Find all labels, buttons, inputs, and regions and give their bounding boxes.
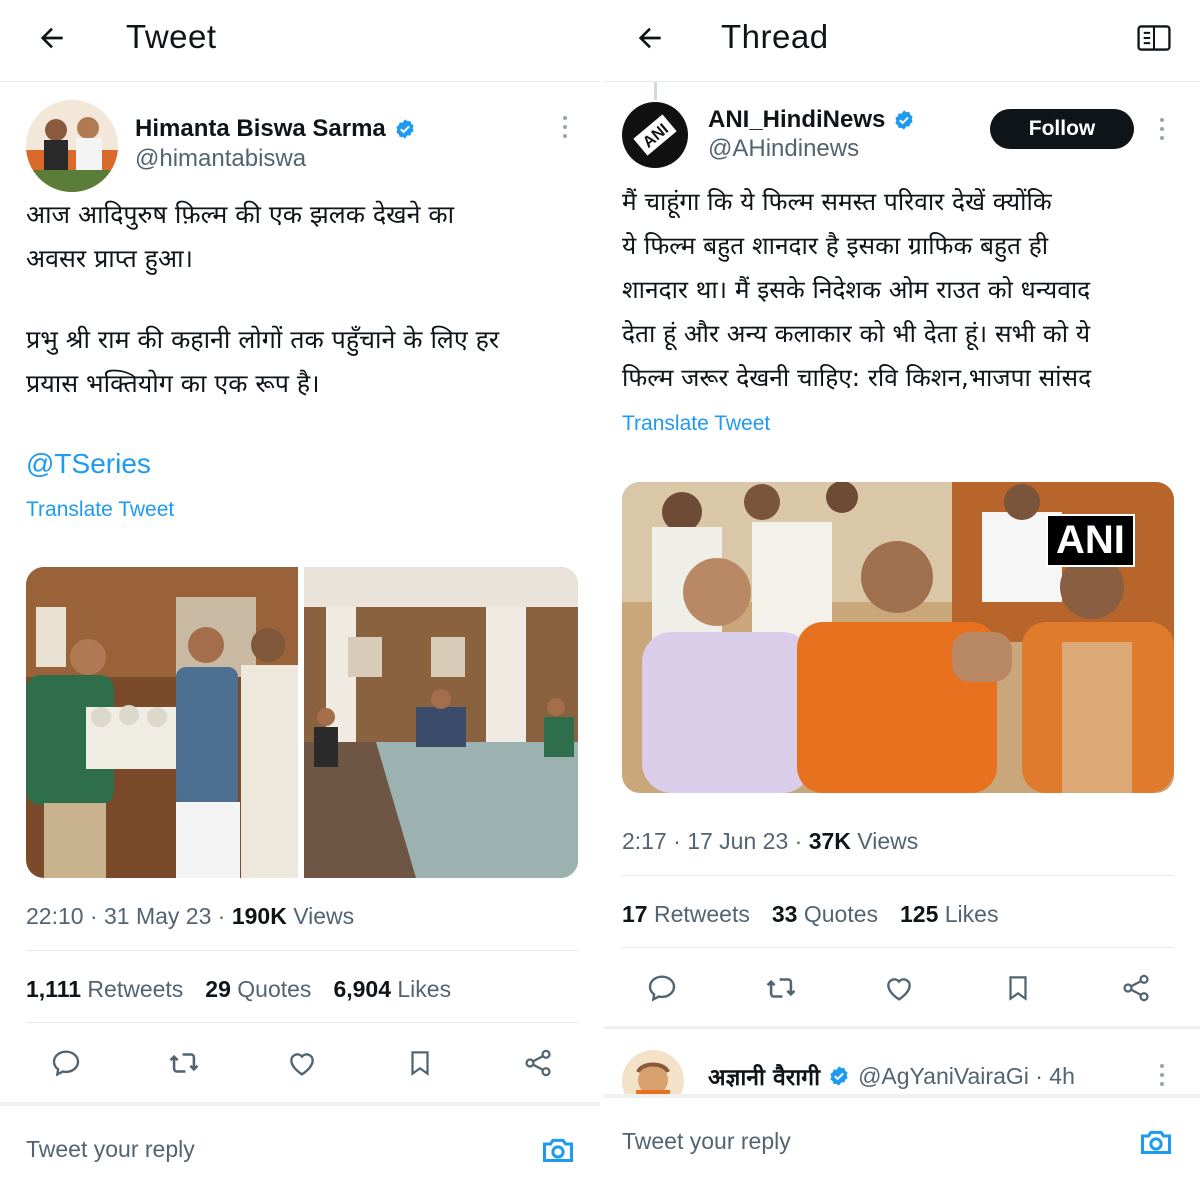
author-name-row: ANI_HindiNews xyxy=(708,106,915,134)
divider xyxy=(26,950,578,951)
translate-tweet-link[interactable]: Translate Tweet xyxy=(622,412,770,436)
timestamp[interactable]: 22:10 · 31 May 23 · xyxy=(26,903,232,929)
top-bar: Tweet xyxy=(0,0,600,82)
translate-tweet-link[interactable]: Translate Tweet xyxy=(26,498,174,522)
reply-author-handle[interactable]: @AgYaniVairaGi · 4h xyxy=(858,1063,1075,1090)
reply-composer: Tweet your reply xyxy=(0,1102,600,1192)
tweet-text-para1: आज आदिपुरुष फ़िल्म की एक झलक देखने का अव… xyxy=(26,200,455,273)
tweet-media[interactable]: ANI xyxy=(622,482,1174,793)
follow-button[interactable]: Follow xyxy=(990,109,1134,149)
divider xyxy=(622,875,1174,876)
bookmark-icon[interactable] xyxy=(402,1045,438,1081)
page-title: Tweet xyxy=(126,18,217,55)
verified-badge-icon xyxy=(830,1066,848,1086)
tweet-text: मैं चाहूंगा कि ये फिल्म समस्त परिवार देख… xyxy=(622,187,1092,392)
author-name-row: Himanta Biswa Sarma xyxy=(135,115,416,143)
share-icon[interactable] xyxy=(1118,970,1154,1006)
engagement-stats: 1,111 Retweets 29 Quotes 6,904 Likes xyxy=(26,976,451,1003)
reply-author-name[interactable]: अज्ञानी वैरागी xyxy=(708,1060,820,1092)
share-icon[interactable] xyxy=(520,1045,556,1081)
thread-connector xyxy=(654,82,657,100)
views-count: 37K xyxy=(808,828,851,854)
views-label: Views xyxy=(850,828,919,854)
retweets-stat[interactable]: 1,111 Retweets xyxy=(26,976,183,1003)
retweet-icon[interactable] xyxy=(763,970,799,1006)
reply-icon[interactable] xyxy=(644,970,680,1006)
section-divider xyxy=(604,1026,1200,1029)
like-icon[interactable] xyxy=(881,970,917,1006)
reader-mode-icon[interactable] xyxy=(1134,18,1174,58)
action-bar xyxy=(644,970,1154,1006)
divider xyxy=(622,947,1174,948)
more-options-icon[interactable] xyxy=(1152,114,1172,144)
reply-composer: Tweet your reply xyxy=(604,1094,1200,1184)
ani-watermark: ANI xyxy=(1046,514,1135,567)
views-count: 190K xyxy=(231,903,287,929)
timestamp[interactable]: 2:17 · 17 Jun 23 · xyxy=(622,828,809,854)
author-name[interactable]: ANI_HindiNews xyxy=(708,106,885,134)
quotes-stat[interactable]: 29 Quotes xyxy=(205,976,311,1003)
like-icon[interactable] xyxy=(284,1045,320,1081)
reply-input[interactable]: Tweet your reply xyxy=(622,1128,791,1155)
camera-icon[interactable] xyxy=(540,1132,576,1168)
more-options-icon[interactable] xyxy=(1152,1060,1172,1090)
views-label: Views xyxy=(286,903,355,929)
photo-grid xyxy=(26,567,578,878)
action-bar xyxy=(48,1045,556,1081)
quotes-stat[interactable]: 33 Quotes xyxy=(772,901,878,928)
tweet-meta: 22:10 · 31 May 23 · 190K Views xyxy=(26,903,354,930)
bookmark-icon[interactable] xyxy=(1000,970,1036,1006)
back-arrow-icon[interactable] xyxy=(32,18,72,58)
tweet-media[interactable] xyxy=(26,567,578,878)
author-handle[interactable]: @himantabiswa xyxy=(135,145,306,173)
page-title: Thread xyxy=(721,18,829,55)
mention-link[interactable]: @TSeries xyxy=(26,448,151,480)
author-name[interactable]: Himanta Biswa Sarma xyxy=(135,115,386,143)
reply-icon[interactable] xyxy=(48,1045,84,1081)
likes-stat[interactable]: 6,904 Likes xyxy=(333,976,451,1003)
top-bar: Thread xyxy=(604,0,1200,82)
reply-preview[interactable]: अज्ञानी वैरागी @AgYaniVairaGi · 4h xyxy=(708,1060,1075,1092)
reply-input[interactable]: Tweet your reply xyxy=(26,1136,195,1163)
retweets-stat[interactable]: 17 Retweets xyxy=(622,901,750,928)
retweet-icon[interactable] xyxy=(166,1045,202,1081)
reply-avatar[interactable] xyxy=(622,1050,684,1096)
verified-badge-icon xyxy=(396,119,414,139)
avatar[interactable]: ANI xyxy=(622,102,688,168)
camera-icon[interactable] xyxy=(1138,1124,1174,1160)
likes-stat[interactable]: 125 Likes xyxy=(900,901,998,928)
avatar[interactable] xyxy=(26,100,118,192)
author-handle[interactable]: @AHindinews xyxy=(708,135,859,163)
more-options-icon[interactable] xyxy=(555,112,575,142)
divider xyxy=(26,1022,578,1023)
back-arrow-icon[interactable] xyxy=(630,18,670,58)
verified-badge-icon xyxy=(895,110,913,130)
tweet-meta: 2:17 · 17 Jun 23 · 37K Views xyxy=(622,828,918,855)
tweet-panel: Tweet Himanta Biswa Sarma @himantabiswa … xyxy=(0,0,600,1200)
thread-panel: Thread ANI ANI_HindiNews @AHindinews Fol… xyxy=(600,0,1200,1200)
engagement-stats: 17 Retweets 33 Quotes 125 Likes xyxy=(622,901,998,928)
tweet-text-para2: प्रभु श्री राम की कहानी लोगों तक पहुँचान… xyxy=(26,325,500,398)
